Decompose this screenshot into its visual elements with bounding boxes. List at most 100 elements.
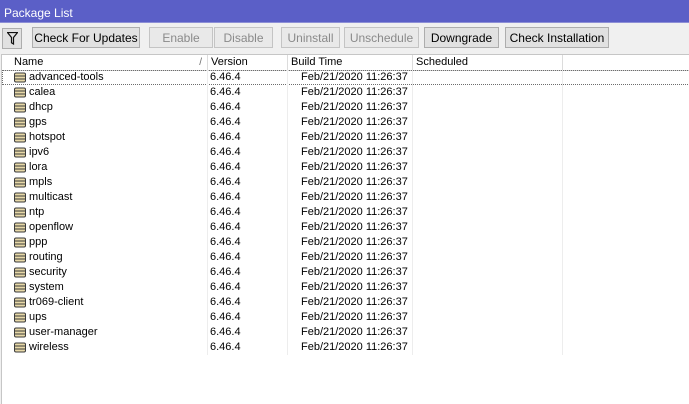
package-name: routing [29,251,63,263]
cell-version: 6.46.4 [208,340,288,355]
cell-version: 6.46.4 [208,250,288,265]
column-header-scheduled[interactable]: Scheduled [413,55,563,70]
table-row[interactable]: ntp 6.46.4 Feb/21/2020 11:26:37 [2,205,689,220]
uninstall-button[interactable]: Uninstall [281,27,340,48]
cell-scheduled [413,145,563,160]
package-icon [14,162,26,173]
table-row[interactable]: dhcp 6.46.4 Feb/21/2020 11:26:37 [2,100,689,115]
cell-name: mpls [11,175,208,190]
cell-build-time: Feb/21/2020 11:26:37 [288,160,413,175]
cell-build-time: Feb/21/2020 11:26:37 [288,70,413,85]
cell-scheduled [413,190,563,205]
package-name: calea [29,86,56,98]
filter-icon [7,32,18,45]
cell-scheduled [413,175,563,190]
cell-build-time: Feb/21/2020 11:26:37 [288,145,413,160]
cell-build-time: Feb/21/2020 11:26:37 [288,310,413,325]
package-icon [14,312,26,323]
table-row[interactable]: security 6.46.4 Feb/21/2020 11:26:37 [2,265,689,280]
table-row[interactable]: calea 6.46.4 Feb/21/2020 11:26:37 [2,85,689,100]
cell-name: advanced-tools [11,70,208,85]
cell-version: 6.46.4 [208,85,288,100]
cell-scheduled [413,220,563,235]
column-header-name[interactable]: Name / [11,55,208,70]
package-icon [14,237,26,248]
cell-build-time: Feb/21/2020 11:26:37 [288,175,413,190]
cell-name: ntp [11,205,208,220]
table-row[interactable]: multicast 6.46.4 Feb/21/2020 11:26:37 [2,190,689,205]
package-name: lora [29,161,48,173]
check-installation-button[interactable]: Check Installation [505,27,609,48]
cell-version: 6.46.4 [208,70,288,85]
toolbar: Check For Updates Enable Disable Uninsta… [0,24,689,52]
cell-name: hotspot [11,130,208,145]
cell-scheduled [413,205,563,220]
cell-build-time: Feb/21/2020 11:26:37 [288,235,413,250]
table-row[interactable]: mpls 6.46.4 Feb/21/2020 11:26:37 [2,175,689,190]
cell-version: 6.46.4 [208,220,288,235]
cell-name: ppp [11,235,208,250]
cell-scheduled [413,235,563,250]
table-row[interactable]: ipv6 6.46.4 Feb/21/2020 11:26:37 [2,145,689,160]
package-icon [14,267,26,278]
table-row[interactable]: lora 6.46.4 Feb/21/2020 11:26:37 [2,160,689,175]
cell-name: user-manager [11,325,208,340]
table-row[interactable]: ppp 6.46.4 Feb/21/2020 11:26:37 [2,235,689,250]
package-name: ipv6 [29,146,50,158]
cell-version: 6.46.4 [208,235,288,250]
cell-scheduled [413,340,563,355]
cell-version: 6.46.4 [208,325,288,340]
enable-button[interactable]: Enable [149,27,213,48]
package-icon [14,177,26,188]
table-row[interactable]: routing 6.46.4 Feb/21/2020 11:26:37 [2,250,689,265]
table-header: Name / Version Build Time Scheduled [2,55,689,71]
column-header-build-time[interactable]: Build Time [288,55,413,70]
table-row[interactable]: user-manager 6.46.4 Feb/21/2020 11:26:37 [2,325,689,340]
cell-build-time: Feb/21/2020 11:26:37 [288,340,413,355]
cell-build-time: Feb/21/2020 11:26:37 [288,115,413,130]
package-icon [14,252,26,263]
table-row[interactable]: hotspot 6.46.4 Feb/21/2020 11:26:37 [2,130,689,145]
cell-scheduled [413,325,563,340]
cell-scheduled [413,85,563,100]
cell-name: ipv6 [11,145,208,160]
filter-button[interactable] [2,28,22,49]
package-icon [14,147,26,158]
package-icon [14,72,26,83]
cell-scheduled [413,130,563,145]
cell-name: system [11,280,208,295]
package-name: security [29,266,67,278]
cell-scheduled [413,295,563,310]
cell-name: wireless [11,340,208,355]
cell-version: 6.46.4 [208,265,288,280]
downgrade-button[interactable]: Downgrade [424,27,499,48]
table-row[interactable]: wireless 6.46.4 Feb/21/2020 11:26:37 [2,340,689,355]
package-name: dhcp [29,101,53,113]
cell-name: gps [11,115,208,130]
table-row[interactable]: openflow 6.46.4 Feb/21/2020 11:26:37 [2,220,689,235]
package-name: hotspot [29,131,66,143]
disable-button[interactable]: Disable [214,27,273,48]
table-row[interactable]: system 6.46.4 Feb/21/2020 11:26:37 [2,280,689,295]
unschedule-button[interactable]: Unschedule [344,27,419,48]
cell-name: ups [11,310,208,325]
column-header-version[interactable]: Version [208,55,288,70]
check-for-updates-button[interactable]: Check For Updates [32,27,140,48]
table-row[interactable]: ups 6.46.4 Feb/21/2020 11:26:37 [2,310,689,325]
cell-version: 6.46.4 [208,160,288,175]
window-title: Package List [4,6,73,20]
cell-build-time: Feb/21/2020 11:26:37 [288,205,413,220]
cell-scheduled [413,310,563,325]
cell-version: 6.46.4 [208,190,288,205]
cell-name: lora [11,160,208,175]
cell-build-time: Feb/21/2020 11:26:37 [288,265,413,280]
cell-scheduled [413,280,563,295]
table-row[interactable]: tr069-client 6.46.4 Feb/21/2020 11:26:37 [2,295,689,310]
cell-version: 6.46.4 [208,310,288,325]
cell-scheduled [413,115,563,130]
cell-name: dhcp [11,100,208,115]
table-row[interactable]: gps 6.46.4 Feb/21/2020 11:26:37 [2,115,689,130]
table-row[interactable]: advanced-tools 6.46.4 Feb/21/2020 11:26:37 [2,70,689,85]
package-icon [14,87,26,98]
cell-scheduled [413,70,563,85]
